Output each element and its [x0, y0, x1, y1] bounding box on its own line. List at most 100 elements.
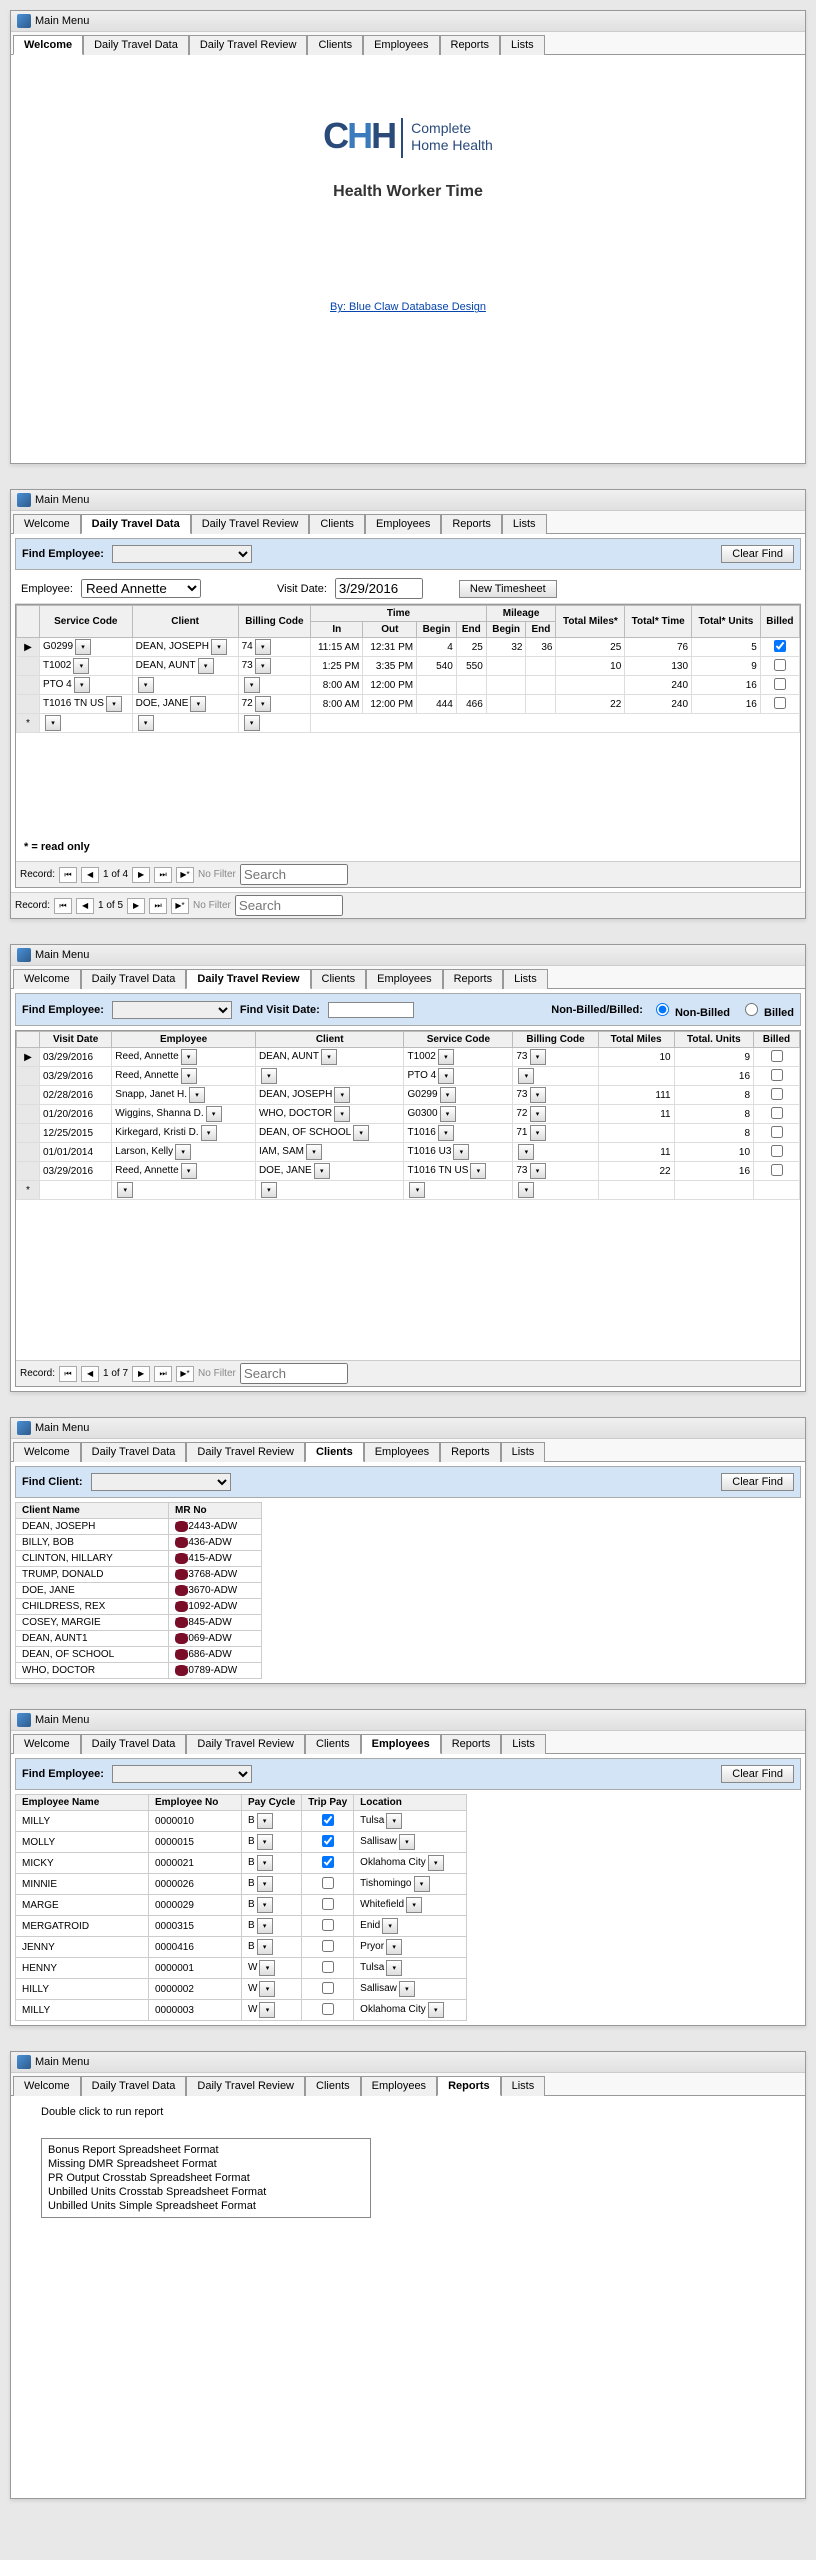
clear-find-button[interactable]: Clear Find [721, 545, 794, 563]
nav-new-icon[interactable]: ▶* [176, 867, 194, 883]
dropdown-icon[interactable]: ▾ [440, 1087, 456, 1103]
find-employee-select[interactable] [112, 1001, 232, 1019]
new-timesheet-button[interactable]: New Timesheet [459, 580, 557, 598]
dropdown-icon[interactable]: ▾ [181, 1068, 197, 1084]
tab-employees[interactable]: Employees [366, 969, 442, 989]
table-row[interactable]: CHILDRESS, REXXX1092-ADW [16, 1599, 262, 1615]
dropdown-icon[interactable]: ▾ [453, 1144, 469, 1160]
dropdown-icon[interactable]: ▾ [244, 677, 260, 693]
table-row[interactable]: DOE, JANEXX3670-ADW [16, 1583, 262, 1599]
tab-welcome[interactable]: Welcome [13, 1442, 81, 1462]
dropdown-icon[interactable]: ▾ [73, 658, 89, 674]
dropdown-icon[interactable]: ▾ [257, 1855, 273, 1871]
dropdown-icon[interactable]: ▾ [530, 1087, 546, 1103]
dropdown-icon[interactable]: ▾ [334, 1106, 350, 1122]
dropdown-icon[interactable]: ▾ [255, 639, 271, 655]
dropdown-icon[interactable]: ▾ [257, 1897, 273, 1913]
dropdown-icon[interactable]: ▾ [259, 1981, 275, 1997]
table-row[interactable]: MILLY 0000003 W▾ Oklahoma City▾ [16, 2000, 467, 2021]
employee-select[interactable]: Reed Annette [81, 579, 201, 598]
tab-clients[interactable]: Clients [309, 514, 365, 534]
tab-clients[interactable]: Clients [311, 969, 367, 989]
table-row[interactable]: ▶ 03/29/2016 Reed, Annette▾ DEAN, AUNT▾ … [17, 1048, 800, 1067]
dropdown-icon[interactable]: ▾ [306, 1144, 322, 1160]
dropdown-icon[interactable]: ▾ [181, 1163, 197, 1179]
tab-daily-travel-review[interactable]: Daily Travel Review [189, 35, 308, 55]
dropdown-icon[interactable]: ▾ [244, 715, 260, 731]
nav-first-icon[interactable]: ⏮ [54, 898, 72, 914]
nav-next-icon[interactable]: ▶ [132, 867, 150, 883]
table-row[interactable]: HENNY 0000001 W▾ Tulsa▾ [16, 1958, 467, 1979]
dropdown-icon[interactable]: ▾ [470, 1163, 486, 1179]
dropdown-icon[interactable]: ▾ [406, 1897, 422, 1913]
tab-daily-travel-data[interactable]: Daily Travel Data [81, 1734, 187, 1754]
dropdown-icon[interactable]: ▾ [440, 1106, 456, 1122]
dropdown-icon[interactable]: ▾ [75, 639, 91, 655]
table-row[interactable]: HILLY 0000002 W▾ Sallisaw▾ [16, 1979, 467, 2000]
table-row[interactable]: DEAN, AUNT1XX069-ADW [16, 1631, 262, 1647]
table-row[interactable]: 03/29/2016 Reed, Annette▾ DOE, JANE▾ T10… [17, 1162, 800, 1181]
billed-checkbox[interactable] [774, 697, 786, 709]
tab-employees[interactable]: Employees [361, 2076, 437, 2096]
table-row[interactable]: T1002▾ DEAN, AUNT▾ 73▾ 1:25 PM 3:35 PM 5… [17, 657, 800, 676]
tab-employees[interactable]: Employees [364, 1442, 440, 1462]
find-visit-date-input[interactable] [328, 1002, 414, 1018]
table-row[interactable]: CLINTON, HILLARYXX415-ADW [16, 1551, 262, 1567]
nav-last-icon[interactable]: ⏭ [149, 898, 167, 914]
billed-checkbox[interactable] [771, 1088, 783, 1100]
dropdown-icon[interactable]: ▾ [530, 1106, 546, 1122]
dropdown-icon[interactable]: ▾ [206, 1106, 222, 1122]
tab-welcome[interactable]: Welcome [13, 2076, 81, 2096]
table-row[interactable]: MARGE 0000029 B▾ Whitefield▾ [16, 1895, 467, 1916]
report-item[interactable]: Missing DMR Spreadsheet Format [46, 2157, 366, 2171]
tab-daily-travel-data[interactable]: Daily Travel Data [81, 969, 187, 989]
nav-next-icon[interactable]: ▶ [127, 898, 145, 914]
nav-new-icon[interactable]: ▶* [171, 898, 189, 914]
dropdown-icon[interactable]: ▾ [530, 1125, 546, 1141]
dropdown-icon[interactable]: ▾ [353, 1125, 369, 1141]
dropdown-icon[interactable]: ▾ [257, 1918, 273, 1934]
trip-pay-checkbox[interactable] [322, 1961, 334, 1973]
table-row[interactable]: T1016 TN US▾ DOE, JANE▾ 72▾ 8:00 AM 12:0… [17, 695, 800, 714]
tab-daily-travel-data[interactable]: Daily Travel Data [83, 35, 189, 55]
dropdown-icon[interactable]: ▾ [190, 696, 206, 712]
nav-prev-icon[interactable]: ◀ [76, 898, 94, 914]
billed-checkbox[interactable] [771, 1050, 783, 1062]
dropdown-icon[interactable]: ▾ [518, 1144, 534, 1160]
dropdown-icon[interactable]: ▾ [255, 696, 271, 712]
billed-radio[interactable] [745, 1003, 758, 1016]
tab-daily-travel-review[interactable]: Daily Travel Review [186, 969, 310, 989]
find-employee-select[interactable] [112, 1765, 252, 1783]
credit-link[interactable]: By: Blue Claw Database Design [330, 301, 486, 313]
nav-new-icon[interactable]: ▶* [176, 1366, 194, 1382]
search-input[interactable] [240, 864, 348, 885]
tab-lists[interactable]: Lists [502, 514, 547, 534]
billed-checkbox[interactable] [771, 1069, 783, 1081]
table-row[interactable]: WHO, DOCTORXX0789-ADW [16, 1663, 262, 1679]
dropdown-icon[interactable]: ▾ [117, 1182, 133, 1198]
tab-clients[interactable]: Clients [305, 1442, 364, 1462]
dropdown-icon[interactable]: ▾ [261, 1068, 277, 1084]
dropdown-icon[interactable]: ▾ [438, 1068, 454, 1084]
billed-checkbox[interactable] [774, 678, 786, 690]
table-row[interactable]: MINNIE 0000026 B▾ Tishomingo▾ [16, 1874, 467, 1895]
non-billed-radio[interactable] [656, 1003, 669, 1016]
dropdown-icon[interactable]: ▾ [314, 1163, 330, 1179]
dropdown-icon[interactable]: ▾ [257, 1939, 273, 1955]
tab-reports[interactable]: Reports [443, 969, 504, 989]
tab-lists[interactable]: Lists [501, 1442, 546, 1462]
table-row[interactable]: PTO 4▾ ▾ ▾ 8:00 AM 12:00 PM 240 16 [17, 676, 800, 695]
billed-checkbox[interactable] [771, 1145, 783, 1157]
tab-daily-travel-review[interactable]: Daily Travel Review [186, 1442, 305, 1462]
tab-reports[interactable]: Reports [437, 2076, 501, 2096]
tab-welcome[interactable]: Welcome [13, 969, 81, 989]
dropdown-icon[interactable]: ▾ [211, 639, 227, 655]
dropdown-icon[interactable]: ▾ [259, 1960, 275, 1976]
nav-prev-icon[interactable]: ◀ [81, 1366, 99, 1382]
nav-first-icon[interactable]: ⏮ [59, 867, 77, 883]
table-row[interactable]: MOLLY 0000015 B▾ Sallisaw▾ [16, 1832, 467, 1853]
tab-reports[interactable]: Reports [440, 1442, 501, 1462]
tab-clients[interactable]: Clients [307, 35, 363, 55]
dropdown-icon[interactable]: ▾ [201, 1125, 217, 1141]
trip-pay-checkbox[interactable] [322, 1919, 334, 1931]
